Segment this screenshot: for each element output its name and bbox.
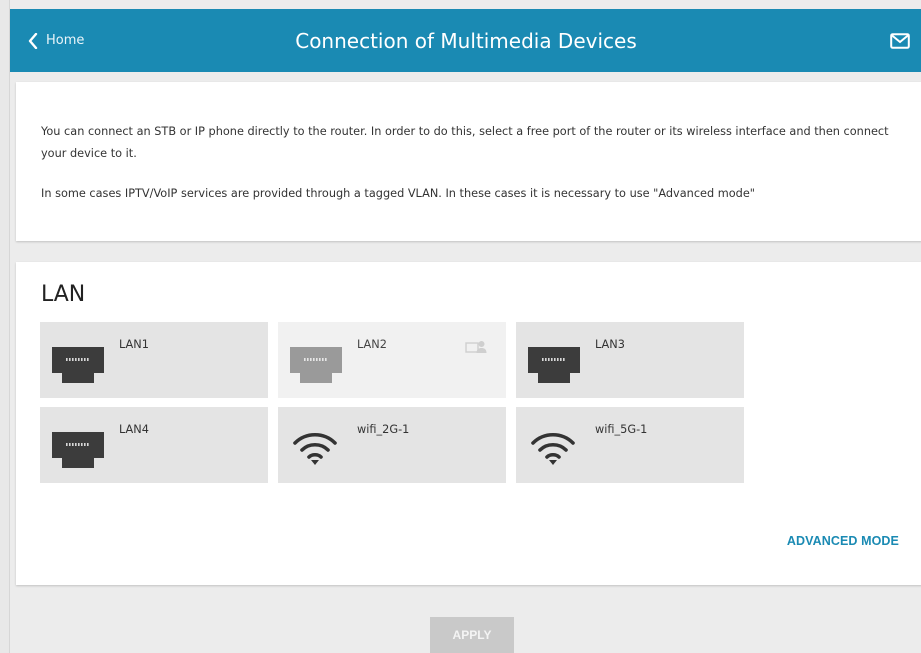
port-label: LAN1	[119, 338, 149, 351]
page-title: Connection of Multimedia Devices	[295, 28, 637, 53]
port-tile-wifi-5g[interactable]: wifi_5G-1	[516, 407, 744, 483]
info-text-vlan: In some cases IPTV/VoIP services are pro…	[41, 187, 755, 200]
page-header: Home Connection of Multimedia Devices	[10, 9, 921, 72]
app-frame: Home Connection of Multimedia Devices Yo…	[9, 0, 921, 653]
wifi-icon	[531, 432, 575, 465]
ethernet-port-icon	[290, 347, 342, 383]
port-label: wifi_2G-1	[357, 423, 410, 436]
lan-card: LAN LAN1 LAN2 LAN3 LAN4 wifi_2G-1 wifi_5…	[16, 262, 921, 585]
mail-icon	[890, 32, 910, 49]
port-label: LAN4	[119, 423, 149, 436]
info-card: You can connect an STB or IP phone direc…	[16, 82, 921, 241]
port-label: LAN3	[595, 338, 625, 351]
lan-section-title: LAN	[41, 282, 86, 307]
ethernet-port-icon	[528, 347, 580, 383]
wifi-icon	[293, 432, 337, 465]
port-tile-lan4[interactable]: LAN4	[40, 407, 268, 483]
apply-button[interactable]: APPLY	[430, 617, 514, 653]
port-tile-lan1[interactable]: LAN1	[40, 322, 268, 398]
port-tile-lan3[interactable]: LAN3	[516, 322, 744, 398]
info-text-connect: You can connect an STB or IP phone direc…	[41, 125, 889, 160]
port-label: LAN2	[357, 338, 387, 351]
user-device-icon	[465, 341, 487, 353]
ethernet-port-icon	[52, 432, 104, 468]
port-label: wifi_5G-1	[595, 423, 648, 436]
port-tile-wifi-2g[interactable]: wifi_2G-1	[278, 407, 506, 483]
notifications-button[interactable]	[890, 9, 910, 72]
port-tile-lan2[interactable]: LAN2	[278, 322, 506, 398]
ethernet-port-icon	[52, 347, 104, 383]
advanced-mode-link[interactable]: ADVANCED MODE	[787, 534, 899, 548]
